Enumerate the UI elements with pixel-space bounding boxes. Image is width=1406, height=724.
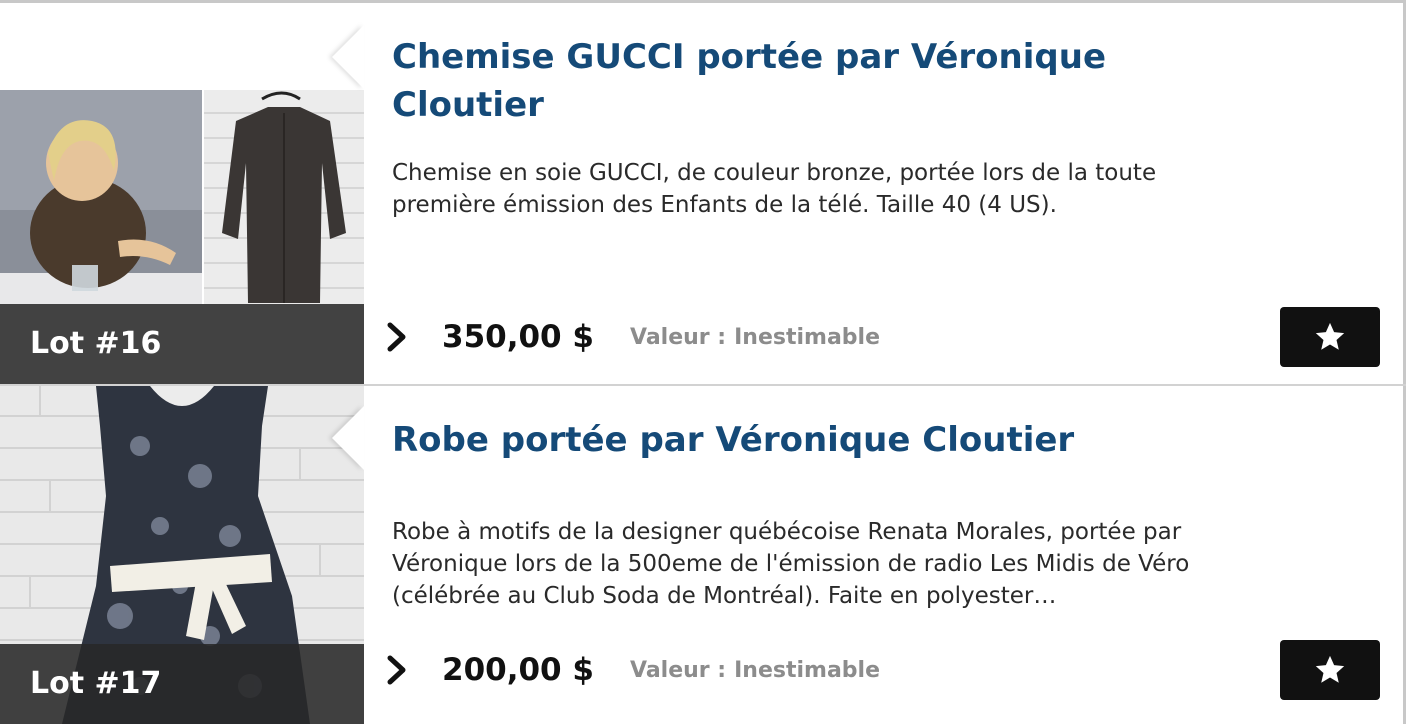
valeur-value: Inestimable xyxy=(734,657,881,683)
lot-content: Robe portée par Véronique Cloutier Robe … xyxy=(392,386,1376,612)
lot-list: Lot #16 Chemise GUCCI portée par Véroniq… xyxy=(0,0,1406,724)
price-row: 200,00 $ Valeur : Inestimable xyxy=(380,640,1380,700)
lot-card: Lot #16 Chemise GUCCI portée par Véroniq… xyxy=(0,0,1406,384)
star-icon xyxy=(1315,322,1345,350)
favorite-button[interactable] xyxy=(1280,307,1380,367)
lot-number-badge: Lot #16 xyxy=(0,304,364,384)
valeur-value: Inestimable xyxy=(734,324,881,350)
valeur-label: Valeur : xyxy=(630,657,727,683)
lot-description: Robe à motifs de la designer québécoise … xyxy=(392,519,1190,609)
star-icon xyxy=(1315,655,1345,683)
lot-price: 200,00 $ xyxy=(442,652,594,688)
pointer-notch xyxy=(332,406,364,470)
lot-content: Chemise GUCCI portée par Véronique Clout… xyxy=(392,3,1376,221)
favorite-button[interactable] xyxy=(1280,640,1380,700)
lot-price: 350,00 $ xyxy=(442,319,594,355)
lot-image[interactable]: Lot #16 xyxy=(0,3,364,384)
price-row: 350,00 $ Valeur : Inestimable xyxy=(380,307,1380,367)
lot-number-badge: Lot #17 xyxy=(0,644,364,724)
chevron-right-icon[interactable] xyxy=(380,653,414,687)
lot-title[interactable]: Robe portée par Véronique Cloutier xyxy=(392,416,1112,464)
lot-description: Chemise en soie GUCCI, de couleur bronze… xyxy=(392,160,1157,218)
pointer-notch xyxy=(332,25,364,89)
chevron-right-icon[interactable] xyxy=(380,320,414,354)
lot-title[interactable]: Chemise GUCCI portée par Véronique Clout… xyxy=(392,33,1112,129)
valeur-label: Valeur : xyxy=(630,324,727,350)
lot-image[interactable]: Lot #17 xyxy=(0,386,364,724)
lot-card: Lot #17 Robe portée par Véronique Clouti… xyxy=(0,384,1406,724)
